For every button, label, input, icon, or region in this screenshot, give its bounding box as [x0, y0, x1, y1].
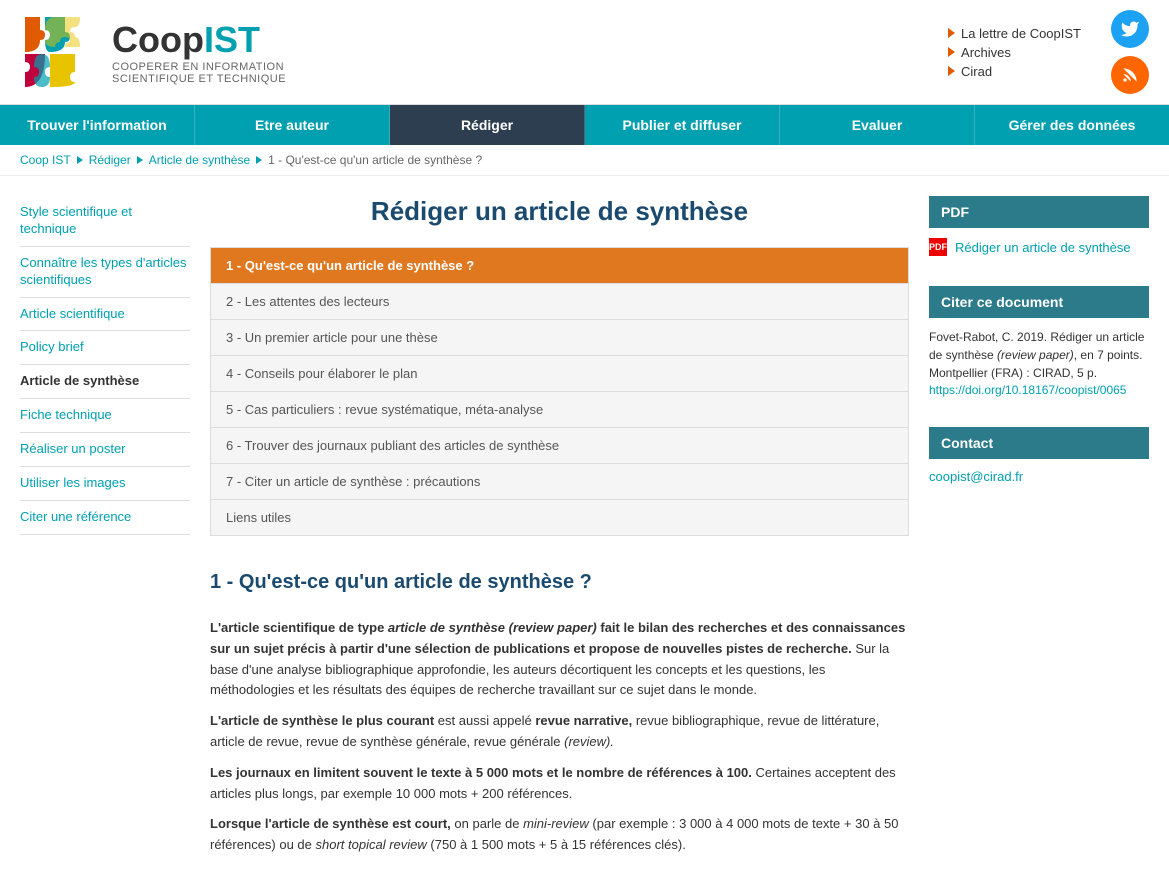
cirad-link[interactable]: Cirad: [948, 64, 1081, 79]
nav-evaluer[interactable]: Evaluer: [780, 105, 975, 145]
pdf-box-title: PDF: [929, 196, 1149, 228]
toc-row-5[interactable]: 5 - Cas particuliers : revue systématiqu…: [211, 392, 909, 428]
breadcrumb-sep: [77, 156, 83, 164]
rss-button[interactable]: [1111, 56, 1149, 94]
breadcrumb: Coop IST Rédiger Article de synthèse 1 -…: [0, 145, 1169, 176]
breadcrumb-sep: [137, 156, 143, 164]
sidebar-item-synthese[interactable]: Article de synthèse: [20, 365, 190, 399]
twitter-icon: [1120, 19, 1140, 39]
sidebar-item-scientifique[interactable]: Article scientifique: [20, 298, 190, 332]
sidebar-item-citer[interactable]: Citer une référence: [20, 501, 190, 535]
toc-row-7[interactable]: 7 - Citer un article de synthèse : préca…: [211, 464, 909, 500]
sidebar-item-types[interactable]: Connaître les types d'articles scientifi…: [20, 247, 190, 298]
toc-row-2[interactable]: 2 - Les attentes des lecteurs: [211, 284, 909, 320]
sidebar-item-fiche[interactable]: Fiche technique: [20, 399, 190, 433]
cite-box-content: Fovet-Rabot, C. 2019. Rédiger un article…: [929, 318, 1149, 407]
toc-row-3[interactable]: 3 - Un premier article pour une thèse: [211, 320, 909, 356]
contact-box-title: Contact: [929, 427, 1149, 459]
pdf-download-link[interactable]: PDF Rédiger un article de synthèse: [929, 238, 1149, 256]
main-content: Rédiger un article de synthèse 1 - Qu'es…: [210, 196, 909, 866]
rss-icon: [1120, 65, 1140, 85]
toc-row-links[interactable]: Liens utiles: [211, 500, 909, 536]
sidebar-item-poster[interactable]: Réaliser un poster: [20, 433, 190, 467]
main-nav: Trouver l'information Etre auteur Rédige…: [0, 105, 1169, 145]
nav-publier[interactable]: Publier et diffuser: [585, 105, 780, 145]
tagline-line1: COOPERER EN INFORMATION: [112, 61, 286, 73]
page-title: Rédiger un article de synthèse: [210, 196, 909, 227]
toc-table: 1 - Qu'est-ce qu'un article de synthèse …: [210, 247, 909, 536]
brand-name: CoopIST: [112, 19, 286, 61]
toc-row-1[interactable]: 1 - Qu'est-ce qu'un article de synthèse …: [211, 248, 909, 284]
sidebar-item-policy[interactable]: Policy brief: [20, 331, 190, 365]
breadcrumb-rediger[interactable]: Rédiger: [89, 153, 131, 167]
pdf-icon: PDF: [929, 238, 947, 256]
contact-email-link[interactable]: coopist@cirad.fr: [929, 469, 1023, 484]
right-sidebar: PDF PDF Rédiger un article de synthèse C…: [929, 196, 1149, 866]
site-header: CoopIST COOPERER EN INFORMATION SCIENTIF…: [0, 0, 1169, 105]
left-sidebar: Style scientifique et technique Connaîtr…: [20, 196, 190, 866]
nav-auteur[interactable]: Etre auteur: [195, 105, 390, 145]
cite-text: Fovet-Rabot, C. 2019. Rédiger un article…: [929, 328, 1149, 382]
section-1-title: 1 - Qu'est-ce qu'un article de synthèse …: [210, 566, 909, 603]
cite-box-title: Citer ce document: [929, 286, 1149, 318]
pdf-box: PDF PDF Rédiger un article de synthèse: [929, 196, 1149, 266]
section-1-para-1: L'article scientifique de type article d…: [210, 618, 909, 856]
arrow-icon: [948, 28, 955, 38]
section-1: 1 - Qu'est-ce qu'un article de synthèse …: [210, 566, 909, 856]
cite-box: Citer ce document Fovet-Rabot, C. 2019. …: [929, 286, 1149, 407]
tagline-line2: SCIENTIFIQUE ET TECHNIQUE: [112, 73, 286, 85]
breadcrumb-current: 1 - Qu'est-ce qu'un article de synthèse …: [268, 153, 482, 167]
nav-rediger[interactable]: Rédiger: [390, 105, 585, 145]
logo-puzzle-icon: [20, 12, 100, 92]
arrow-icon: [948, 47, 955, 57]
social-icons: [1111, 10, 1149, 94]
header-right: La lettre de CoopIST Archives Cirad: [948, 10, 1149, 94]
nav-trouver[interactable]: Trouver l'information: [0, 105, 195, 145]
breadcrumb-home[interactable]: Coop IST: [20, 153, 71, 167]
breadcrumb-sep: [256, 156, 262, 164]
logo-text: CoopIST COOPERER EN INFORMATION SCIENTIF…: [112, 19, 286, 85]
sidebar-item-images[interactable]: Utiliser les images: [20, 467, 190, 501]
doi-link[interactable]: https://doi.org/10.18167/coopist/0065: [929, 383, 1126, 397]
toc-row-4[interactable]: 4 - Conseils pour élaborer le plan: [211, 356, 909, 392]
archives-link[interactable]: Archives: [948, 45, 1081, 60]
lettre-link[interactable]: La lettre de CoopIST: [948, 26, 1081, 41]
content-wrapper: Style scientifique et technique Connaîtr…: [0, 176, 1169, 886]
contact-box: Contact coopist@cirad.fr: [929, 427, 1149, 494]
arrow-icon: [948, 66, 955, 76]
twitter-button[interactable]: [1111, 10, 1149, 48]
breadcrumb-article[interactable]: Article de synthèse: [149, 153, 250, 167]
contact-box-content: coopist@cirad.fr: [929, 459, 1149, 494]
header-links: La lettre de CoopIST Archives Cirad: [948, 26, 1081, 79]
pdf-box-content: PDF Rédiger un article de synthèse: [929, 228, 1149, 266]
sidebar-item-style[interactable]: Style scientifique et technique: [20, 196, 190, 247]
logo-area: CoopIST COOPERER EN INFORMATION SCIENTIF…: [20, 12, 286, 92]
toc-row-6[interactable]: 6 - Trouver des journaux publiant des ar…: [211, 428, 909, 464]
nav-donnees[interactable]: Gérer des données: [975, 105, 1169, 145]
